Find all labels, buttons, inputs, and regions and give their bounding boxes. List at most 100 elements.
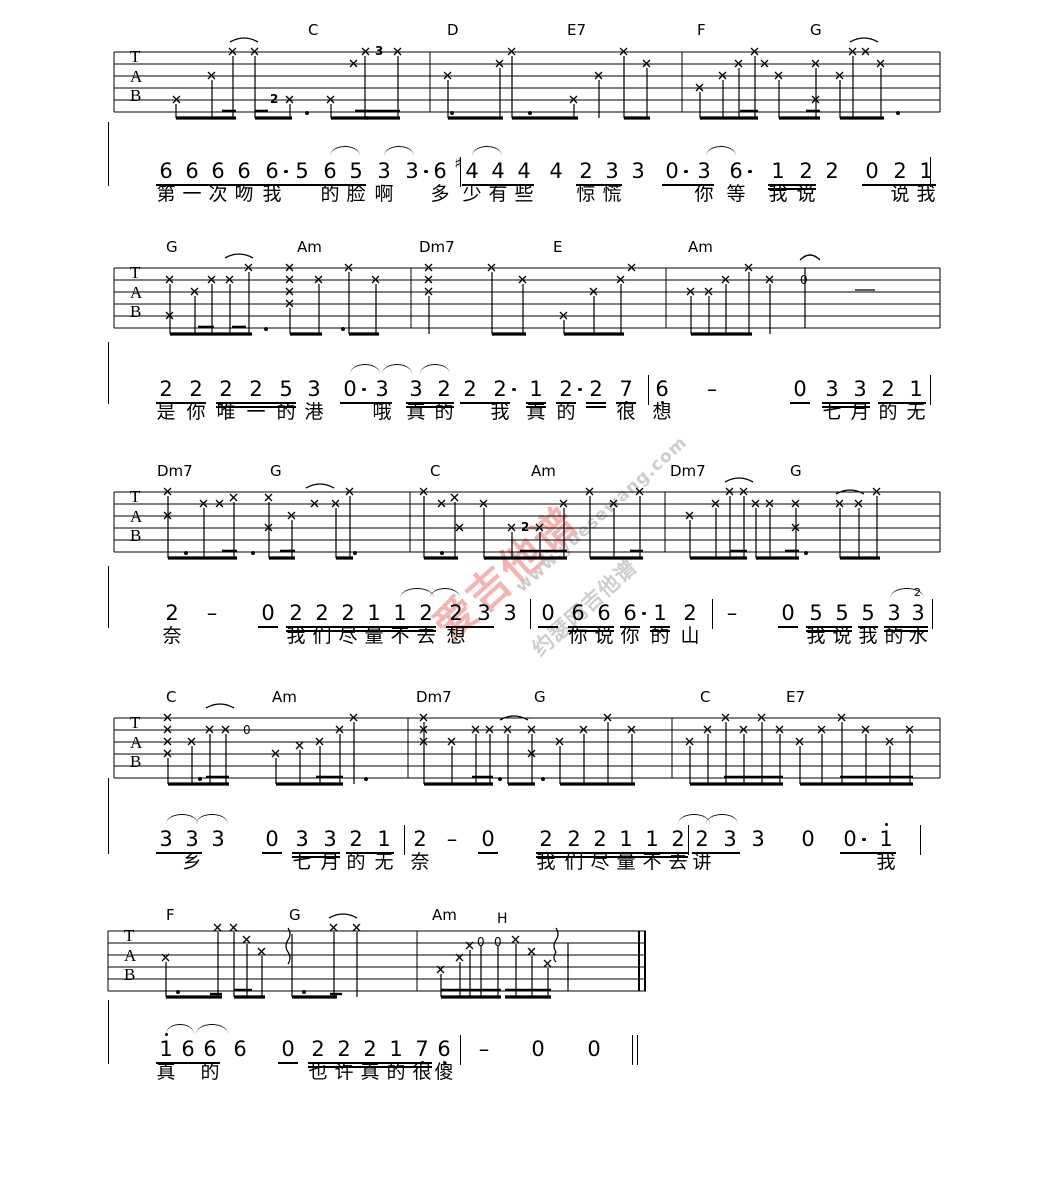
jianpu-number: 6 (265, 160, 288, 182)
jianpu-note: 6 (229, 1038, 251, 1060)
jianpu-barline (920, 825, 922, 855)
chord-label: F (166, 906, 175, 924)
jianpu-note: 1量 (363, 602, 385, 648)
jianpu-note: 2我 (285, 602, 307, 648)
jianpu-number: 2 (539, 827, 553, 851)
jianpu-note: 6傻 (433, 1038, 455, 1084)
lyric-syllable: 们 (312, 625, 332, 647)
system-3: TAB 2 Dm7 G C Am Dm7 G 2 奈 – 0 2 我 2 们 2… (0, 452, 1040, 647)
lyric-syllable: 真 (360, 1061, 380, 1083)
jianpu-barline (530, 599, 532, 629)
jianpu-note: 1不 (641, 828, 663, 874)
chord-label: G (790, 462, 802, 480)
jianpu-number: 3 (159, 827, 173, 851)
jianpu-beam (884, 626, 928, 628)
system-connector (108, 342, 109, 404)
jianpu-number: 2 (159, 377, 173, 401)
svg-text:T: T (124, 926, 135, 945)
lyric-syllable: 不 (642, 851, 662, 873)
jianpu-number: 0 (531, 1037, 545, 1061)
jianpu-note: 6吻 (233, 160, 255, 206)
jianpu-number: 6 (159, 159, 173, 183)
lyric-syllable: 山 (680, 625, 700, 647)
jianpu-sustain-dash: – (478, 1037, 490, 1061)
jianpu-beam (568, 626, 614, 628)
jianpu-note: 1的 (385, 1038, 407, 1084)
jianpu-number: 3 (697, 159, 711, 183)
lyric-syllable: 多 (430, 183, 450, 205)
lyric-syllable: 的 (386, 1061, 406, 1083)
jianpu-note: 2尽 (589, 828, 611, 874)
jianpu-number: 3 (477, 601, 491, 625)
jianpu-beam (768, 188, 816, 190)
jianpu-note: 4有 (487, 160, 509, 206)
jianpu-number: 2 (219, 377, 233, 401)
lyric-syllable: 的 (200, 1061, 220, 1083)
jianpu-number: 0 (793, 377, 807, 401)
chord-label: E7 (567, 21, 586, 39)
jianpu-number: 2 (493, 378, 516, 400)
lyric-syllable: 你 (694, 183, 714, 205)
jianpu-number: 3 (631, 159, 645, 183)
jianpu-beam (216, 402, 296, 404)
jianpu-beam (526, 406, 546, 408)
jianpu-number: 3 (295, 827, 309, 851)
jianpu-barline (930, 375, 932, 405)
jianpu-number: 2 (799, 159, 813, 183)
jianpu-note: 6我 (261, 160, 288, 206)
jianpu-note: 3月 (319, 828, 341, 874)
tab-staff-4: TAB 0 C Am Dm7 G C E7 (113, 688, 941, 786)
jianpu-note: 2是 (155, 378, 177, 424)
lyric-syllable: 吻 (234, 183, 254, 205)
jianpu-note: 5我 (857, 602, 879, 648)
jianpu-number: 0 (343, 378, 366, 400)
tab-staff-5: TAB 0 0 H F G Am (107, 906, 646, 999)
jianpu-number: 6 (437, 1038, 451, 1064)
octave-up-dot (884, 823, 888, 826)
jianpu-beam (822, 406, 870, 408)
jianpu-beam (286, 630, 436, 632)
augmentation-dot (512, 387, 516, 391)
jianpu-number: 2 (567, 827, 581, 851)
jianpu-note: 3慌 (601, 160, 623, 206)
jianpu-beam (278, 1062, 298, 1064)
jianpu-beam (406, 402, 454, 404)
lyric-syllable: 我 (286, 625, 306, 647)
jianpu-note: 2去 (415, 602, 437, 648)
jianpu-note: 6第 (155, 160, 177, 206)
chord-label: Am (272, 688, 297, 706)
jianpu-note: 6次 (207, 160, 229, 206)
jianpu-beam (526, 402, 546, 404)
svg-text:A: A (130, 283, 143, 302)
lyric-syllable: 次 (208, 183, 228, 205)
lyric-syllable: 我 (806, 625, 826, 647)
jianpu-number: 2 (363, 1037, 377, 1061)
jianpu-number: 2 (289, 601, 303, 625)
jianpu-number: 2 (311, 1037, 325, 1061)
jianpu-note: 6说 (593, 602, 615, 648)
lyric-syllable: 不 (390, 625, 410, 647)
lyric-syllable: 也 (308, 1061, 328, 1083)
jianpu-beam (878, 402, 926, 404)
jianpu-beam (340, 402, 392, 404)
lyric-syllable: 真 (406, 401, 426, 423)
jianpu-note: 2讲 (691, 828, 713, 874)
jianpu-barline (932, 599, 934, 629)
jianpu-number: 1 (529, 377, 543, 401)
lyric-syllable: 是 (156, 401, 176, 423)
jianpu-note: 3月 (849, 378, 871, 424)
jianpu-number: 3 (405, 160, 428, 182)
chord-label: Am (531, 462, 556, 480)
lyric-syllable: 七 (292, 851, 312, 873)
chord-label: Am (688, 238, 713, 256)
lyric-syllable: 一 (246, 401, 266, 423)
jianpu-note: 3 (747, 828, 769, 850)
jianpu-beam (478, 852, 498, 854)
lyric-syllable: 七 (822, 401, 842, 423)
lyric-syllable: 我 (490, 401, 510, 423)
jianpu-note: 0 (277, 1038, 299, 1060)
jianpu-note: 2说 (889, 160, 911, 206)
svg-text:B: B (130, 302, 141, 321)
jianpu-barline (688, 825, 690, 855)
lyric-syllable: 量 (616, 851, 636, 873)
